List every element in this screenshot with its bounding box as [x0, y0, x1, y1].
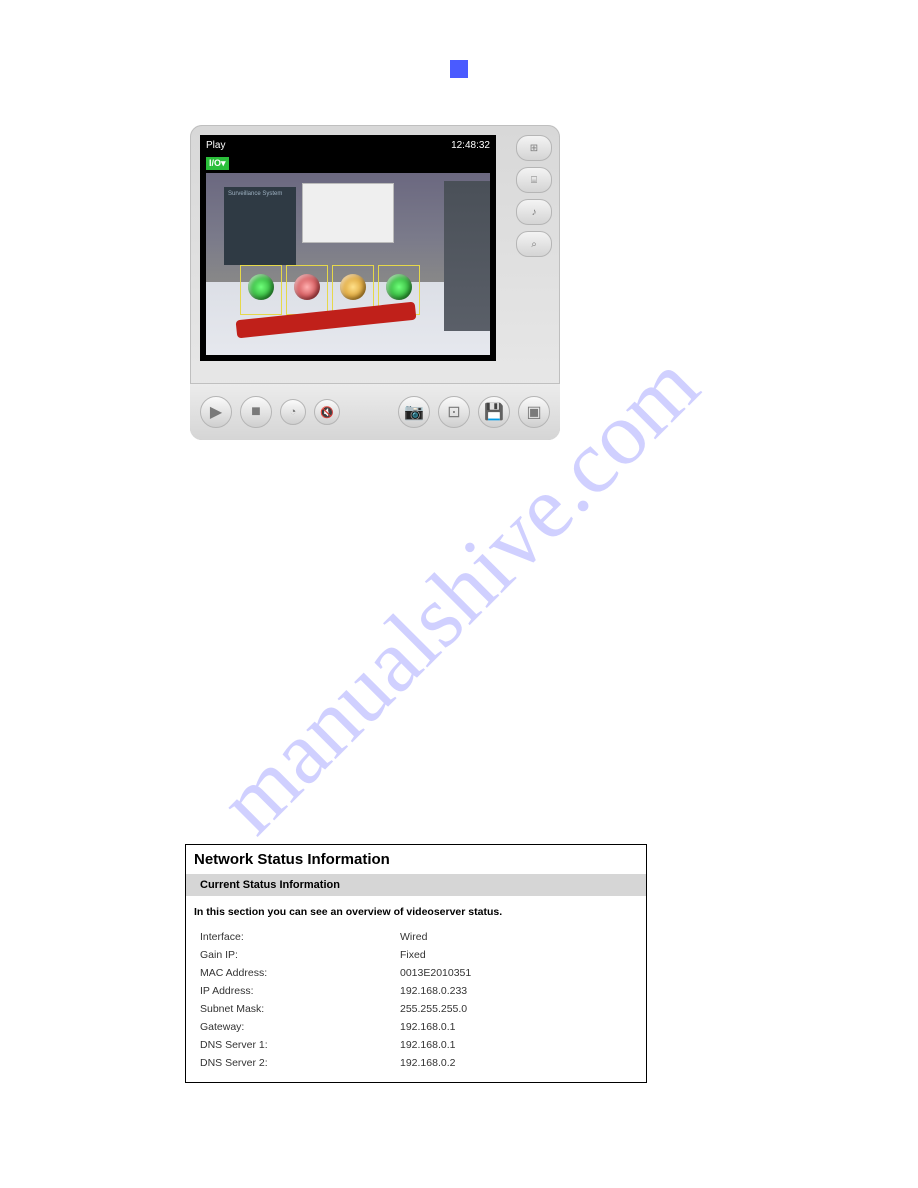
stop-button[interactable]: ■	[240, 396, 272, 428]
play-status-label: Play	[206, 140, 225, 151]
row-value: 192.168.0.2	[400, 1054, 632, 1072]
video-screen: Play 12:48:32 I/O▾ Surveillance System	[200, 135, 496, 361]
snapshot-button[interactable]: 📷	[398, 396, 430, 428]
video-feed: Surveillance System	[206, 173, 490, 355]
network-status-panel: Network Status Information Current Statu…	[185, 844, 647, 1083]
row-value: 192.168.0.233	[400, 982, 632, 1000]
network-row: Subnet Mask:255.255.255.0	[200, 1000, 632, 1018]
layout-button[interactable]: ⌸	[516, 167, 552, 193]
ptz-icon: ⊡	[447, 402, 460, 422]
row-value: 0013E2010351	[400, 964, 632, 982]
io-badge[interactable]: I/O▾	[206, 157, 229, 170]
network-row: MAC Address:0013E2010351	[200, 964, 632, 982]
network-row: Gain IP:Fixed	[200, 946, 632, 964]
indicator-light	[248, 274, 274, 300]
video-timestamp: 12:48:32	[451, 140, 490, 151]
detection-box	[286, 265, 328, 315]
row-key: Subnet Mask:	[200, 1000, 400, 1018]
side-button-column: ⊞ ⌸ ♪ ⌕	[516, 135, 552, 257]
row-key: Interface:	[200, 928, 400, 946]
record-settings-button[interactable]: ⌕	[516, 231, 552, 257]
snapshot-icon: 📷	[404, 402, 424, 422]
layout-icon: ⌸	[531, 175, 537, 186]
fullscreen-button[interactable]: ▣	[518, 396, 550, 428]
ptz-button[interactable]: ⊡	[438, 396, 470, 428]
network-row: DNS Server 2:192.168.0.2	[200, 1054, 632, 1072]
audio-settings-button[interactable]: ♪	[516, 199, 552, 225]
network-row: Gateway:192.168.0.1	[200, 1018, 632, 1036]
network-row: IP Address:192.168.0.233	[200, 982, 632, 1000]
save-icon: 💾	[484, 402, 504, 422]
row-value: 255.255.255.0	[400, 1000, 632, 1018]
row-key: DNS Server 2:	[200, 1054, 400, 1072]
row-value: Fixed	[400, 946, 632, 964]
row-value: Wired	[400, 928, 632, 946]
indicator-light	[294, 274, 320, 300]
network-subtitle: Current Status Information	[186, 874, 646, 896]
volume-button[interactable]: ◔	[280, 399, 306, 425]
detection-box	[240, 265, 282, 315]
video-player: Play 12:48:32 I/O▾ Surveillance System ⊞	[190, 125, 560, 440]
video-topbar: Play 12:48:32	[202, 137, 494, 153]
row-key: MAC Address:	[200, 964, 400, 982]
mute-button[interactable]: 🔇	[314, 399, 340, 425]
save-button[interactable]: 💾	[478, 396, 510, 428]
page-marker-square	[450, 60, 468, 78]
record-icon: ⌕	[531, 239, 537, 250]
row-key: Gateway:	[200, 1018, 400, 1036]
indicator-light	[386, 274, 412, 300]
wall-panel: Surveillance System	[224, 187, 296, 265]
row-value: 192.168.0.1	[400, 1036, 632, 1054]
row-key: IP Address:	[200, 982, 400, 1000]
wall-box	[302, 183, 394, 243]
volume-icon: ◔	[290, 406, 297, 418]
network-note: In this section you can see an overview …	[186, 896, 646, 928]
row-value: 192.168.0.1	[400, 1018, 632, 1036]
play-icon: ▶	[210, 402, 222, 422]
network-title: Network Status Information	[186, 845, 646, 874]
network-table: Interface:Wired Gain IP:Fixed MAC Addres…	[186, 928, 646, 1082]
indicator-light	[340, 274, 366, 300]
cabinet	[444, 181, 490, 331]
play-button[interactable]: ▶	[200, 396, 232, 428]
mute-icon: 🔇	[320, 406, 334, 419]
stop-icon: ■	[251, 403, 261, 421]
split-view-icon: ⊞	[530, 143, 538, 154]
network-row: DNS Server 1:192.168.0.1	[200, 1036, 632, 1054]
control-bar: ▶ ■ ◔ 🔇 📷 ⊡ 💾 ▣	[190, 383, 560, 440]
network-row: Interface:Wired	[200, 928, 632, 946]
row-key: DNS Server 1:	[200, 1036, 400, 1054]
fullscreen-icon: ▣	[526, 402, 541, 422]
audio-icon: ♪	[532, 207, 537, 218]
split-view-button[interactable]: ⊞	[516, 135, 552, 161]
row-key: Gain IP:	[200, 946, 400, 964]
